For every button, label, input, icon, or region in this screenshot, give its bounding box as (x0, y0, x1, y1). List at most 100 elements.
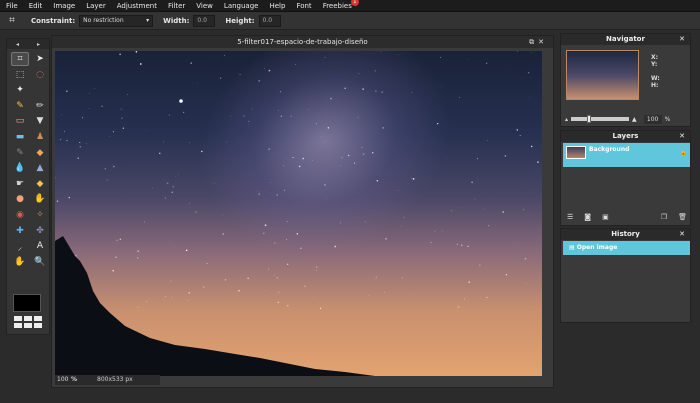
bandage-icon[interactable]: ◆ (31, 146, 49, 160)
star (278, 110, 279, 112)
image-window: 5-filter017-espacio-de-trabajo-diseño ⧉✕… (51, 35, 554, 388)
magic-wand-icon[interactable]: ✦ (11, 83, 29, 97)
menu-view[interactable]: View (196, 2, 213, 10)
collapse-left-icon[interactable]: ◂ (16, 41, 19, 48)
star (385, 237, 387, 240)
star (296, 232, 299, 235)
star (137, 306, 139, 308)
image-canvas[interactable] (55, 51, 542, 376)
sponge-icon[interactable]: ◆ (31, 177, 49, 191)
layer-row[interactable]: Background 🔒 (563, 143, 690, 167)
star (273, 275, 275, 277)
collapse-right-icon[interactable]: ▸ (37, 41, 40, 48)
zoom-slider-track[interactable] (571, 115, 630, 123)
star (214, 183, 215, 184)
sharpen-icon[interactable]: ▲ (31, 161, 49, 175)
nav-h-label: H: (651, 82, 659, 89)
star (239, 73, 241, 76)
menu-layer[interactable]: Layer (86, 2, 106, 10)
hand-icon[interactable]: ✋ (11, 255, 29, 269)
eraser-icon[interactable]: ▭ (11, 114, 29, 128)
burn-icon[interactable]: ✋ (31, 192, 49, 206)
pinch-icon[interactable]: ✤ (31, 224, 49, 238)
constraint-select[interactable]: No restriction ▾ (79, 14, 154, 27)
crop-icon[interactable]: ⌗ (11, 52, 29, 66)
brush-icon[interactable]: ✏ (31, 99, 49, 113)
layer-mask-icon[interactable]: ◙ (584, 213, 591, 221)
zoom-in-icon[interactable]: ▲ (632, 116, 637, 123)
maximize-icon[interactable]: ⧉ (529, 38, 538, 46)
menu-file[interactable]: File (6, 2, 18, 10)
history-title: History (611, 230, 640, 238)
zoom-icon[interactable]: 🔍 (31, 255, 49, 269)
menu-adjustment[interactable]: Adjustment (117, 2, 157, 10)
zoom-out-icon[interactable]: ▴ (565, 116, 568, 123)
options-bar: ⌗ Constraint: No restriction ▾ Width: 0.0… (0, 12, 700, 30)
star (461, 244, 463, 246)
zoom-field[interactable]: 100 (55, 375, 71, 385)
layer-settings-icon[interactable]: ☰ (567, 213, 573, 221)
marquee-icon[interactable]: ⬚ (11, 68, 29, 82)
close-icon[interactable]: ✕ (538, 38, 548, 46)
star (374, 277, 376, 279)
star (119, 53, 121, 56)
move-icon[interactable]: ➤ (31, 52, 49, 66)
history-header[interactable]: History ✕ (561, 229, 690, 240)
menu-freebies[interactable]: Freebies 1 (323, 0, 359, 10)
star (283, 189, 286, 191)
pencil-icon[interactable]: ✎ (11, 99, 29, 113)
blur-icon[interactable]: 💧 (11, 161, 29, 175)
star (203, 286, 205, 288)
type-icon[interactable]: A (31, 239, 49, 253)
width-input[interactable]: 0.0 (193, 14, 216, 27)
bucket-icon[interactable]: ▼ (31, 114, 49, 128)
tool-panel-header[interactable]: ◂ ▸ (7, 39, 49, 49)
star (106, 179, 108, 181)
stamp-icon[interactable]: ♟ (31, 130, 49, 144)
star (152, 187, 153, 189)
layers-header[interactable]: Layers ✕ (561, 131, 690, 142)
star (356, 76, 357, 78)
star (171, 191, 173, 193)
lock-icon[interactable]: 🔒 (680, 149, 687, 156)
star (224, 55, 225, 57)
menu-edit[interactable]: Edit (29, 2, 43, 10)
navigator-header[interactable]: Navigator ✕ (561, 34, 690, 45)
spot-heal-icon[interactable]: ✧ (31, 208, 49, 222)
duplicate-layer-icon[interactable]: ❐ (661, 213, 667, 221)
smudge-icon[interactable]: ☛ (11, 177, 29, 191)
navigator-thumbnail[interactable] (566, 50, 639, 100)
foreground-color-swatch[interactable] (13, 294, 41, 312)
close-icon[interactable]: ✕ (679, 34, 685, 45)
menu-help[interactable]: Help (269, 2, 285, 10)
lasso-icon[interactable]: ◌ (31, 68, 49, 82)
dodge-icon[interactable]: ● (11, 192, 29, 206)
red-eye-icon[interactable]: ◉ (11, 208, 29, 222)
image-window-title-bar[interactable]: 5-filter017-espacio-de-trabajo-diseño ⧉✕ (52, 36, 553, 48)
close-icon[interactable]: ✕ (679, 229, 685, 240)
close-icon[interactable]: ✕ (679, 131, 685, 142)
menu-image[interactable]: Image (53, 2, 75, 10)
new-layer-icon[interactable]: ▣ (602, 213, 609, 221)
menu-font[interactable]: Font (296, 2, 311, 10)
height-input[interactable]: 0.0 (258, 14, 281, 27)
menu-filter[interactable]: Filter (168, 2, 185, 10)
star (439, 86, 441, 87)
swatch-grid-icon[interactable] (14, 316, 42, 328)
star (279, 91, 281, 93)
zoom-slider-handle[interactable] (587, 115, 592, 123)
color-replace-icon[interactable]: ✎ (11, 146, 29, 160)
star (384, 292, 385, 293)
gradient-icon[interactable]: ▬ (11, 130, 29, 144)
menu-language[interactable]: Language (224, 2, 259, 10)
star (287, 263, 289, 265)
menu-freebies-label[interactable]: Freebies (323, 2, 352, 10)
eyedropper-icon[interactable]: ⸝ (11, 239, 29, 253)
history-item[interactable]: ▤ Open image (563, 241, 690, 255)
star (77, 157, 79, 159)
layer-name: Background (589, 146, 630, 153)
nav-zoom-field[interactable]: 100 (643, 114, 662, 124)
star (283, 165, 284, 167)
delete-layer-icon[interactable]: 🗑 (678, 213, 687, 221)
bloat-icon[interactable]: ✚ (11, 224, 29, 238)
